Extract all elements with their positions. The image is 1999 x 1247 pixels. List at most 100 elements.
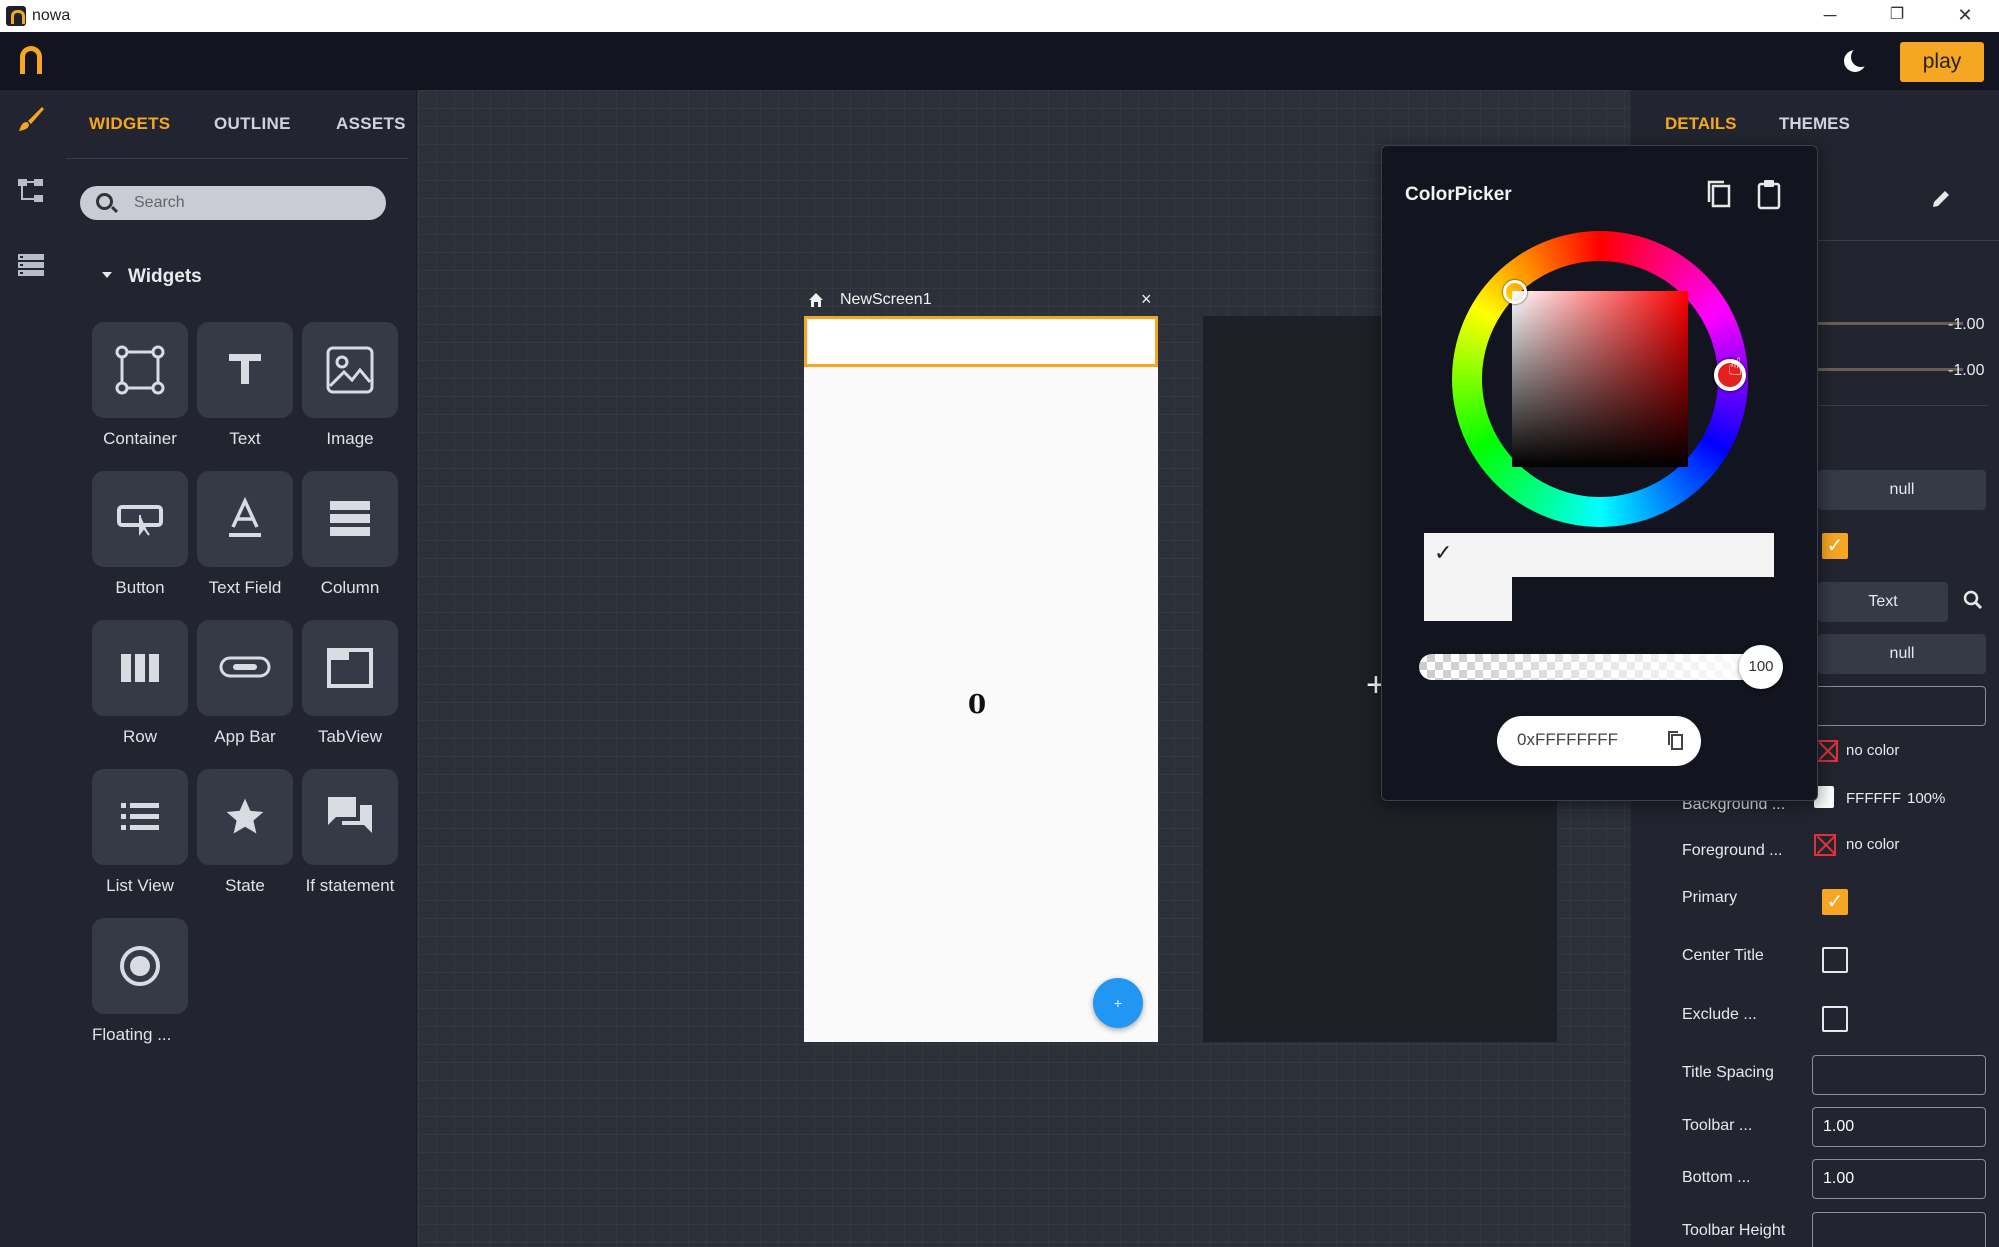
- slider-value: -1.00: [1948, 362, 1985, 379]
- paintbrush-icon[interactable]: [16, 104, 46, 134]
- bottom-label: Bottom ...: [1682, 1169, 1751, 1186]
- home-icon: [809, 293, 823, 307]
- slider-value: -1.00: [1948, 316, 1985, 333]
- copy-hex-icon[interactable]: [1667, 730, 1683, 750]
- no-color-label: no color: [1846, 836, 1900, 853]
- close-screen-icon[interactable]: ×: [1141, 289, 1152, 310]
- text-selector-button[interactable]: Text: [1818, 582, 1948, 622]
- color-picker-title: ColorPicker: [1405, 184, 1512, 205]
- divider: [1818, 405, 1988, 406]
- widget-label: Floating ...: [92, 1025, 172, 1044]
- screen-name-label[interactable]: NewScreen1: [840, 291, 932, 309]
- search-icon[interactable]: [1963, 590, 1983, 615]
- checkbox-checked[interactable]: ✓: [1822, 533, 1848, 559]
- primary-checkbox[interactable]: ✓: [1822, 889, 1848, 915]
- tool-rail: [0, 90, 64, 1247]
- widget-label: TabView: [318, 727, 382, 746]
- widget-tile-container[interactable]: [92, 322, 188, 418]
- top-bar: play: [0, 32, 1999, 90]
- widget-tile-state[interactable]: [197, 769, 293, 865]
- toolbar-opacity-input[interactable]: 1.00: [1812, 1107, 1986, 1147]
- background-hex: FFFFFF: [1846, 790, 1901, 807]
- slider-track[interactable]: [1818, 368, 1963, 371]
- counter-text[interactable]: 0: [968, 690, 986, 720]
- widget-search[interactable]: [80, 186, 386, 220]
- tab-outline[interactable]: OUTLINE: [214, 114, 291, 134]
- app-logo-icon: [6, 6, 26, 26]
- column-icon: [330, 501, 370, 536]
- widget-tile-row[interactable]: [92, 620, 188, 716]
- widget-tile-column[interactable]: [302, 471, 398, 567]
- title-spacing-label: Title Spacing: [1682, 1064, 1774, 1081]
- restore-button[interactable]: ❐: [1867, 0, 1927, 32]
- opacity-gradient: [1419, 654, 1779, 680]
- tabs-divider: [66, 158, 408, 159]
- widget-tile-floating[interactable]: [92, 918, 188, 1014]
- widget-label: Image: [326, 429, 374, 448]
- saturation-value-square[interactable]: [1512, 291, 1688, 467]
- tab-assets[interactable]: ASSETS: [336, 114, 406, 134]
- play-button[interactable]: play: [1900, 42, 1984, 82]
- foreground-label: Foreground ...: [1682, 842, 1783, 859]
- search-icon: [96, 193, 113, 210]
- widget-tile-list-view[interactable]: [92, 769, 188, 865]
- database-list-icon[interactable]: [16, 250, 46, 280]
- image-icon: [326, 346, 374, 394]
- selected-app-bar[interactable]: [804, 316, 1158, 367]
- widget-tile-tabview[interactable]: [302, 620, 398, 716]
- primary-label: Primary: [1682, 889, 1738, 906]
- empty-input[interactable]: [1812, 686, 1986, 726]
- widget-tile-image[interactable]: [302, 322, 398, 418]
- floating-action-button[interactable]: +: [1093, 978, 1143, 1028]
- tab-details[interactable]: DETAILS: [1665, 114, 1736, 134]
- widget-tile-button[interactable]: [92, 471, 188, 567]
- exclude-checkbox[interactable]: [1822, 1006, 1848, 1032]
- widget-tile-text[interactable]: [197, 322, 293, 418]
- center-title-checkbox[interactable]: [1822, 947, 1848, 973]
- current-color-swatch[interactable]: [1424, 533, 1774, 577]
- list-view-icon: [121, 803, 159, 830]
- hex-value[interactable]: 0xFFFFFFFF: [1517, 730, 1618, 750]
- no-color-swatch-icon[interactable]: [1814, 834, 1836, 856]
- toolbar-label: Toolbar ...: [1682, 1117, 1753, 1134]
- tab-themes[interactable]: THEMES: [1779, 114, 1850, 134]
- collapse-caret-icon[interactable]: [102, 272, 112, 278]
- widgets-panel: WIDGETS OUTLINE ASSETS Widgets Container…: [64, 90, 417, 1247]
- close-window-button[interactable]: ✕: [1935, 0, 1995, 32]
- null-field[interactable]: null: [1818, 470, 1986, 510]
- paste-clipboard-icon[interactable]: [1755, 178, 1783, 210]
- center-title-label: Center Title: [1682, 947, 1764, 964]
- tab-widgets[interactable]: WIDGETS: [89, 114, 170, 134]
- phone-screen-preview[interactable]: [804, 316, 1158, 1042]
- color-picker-dialog: ColorPicker ☝ ✓ 100 0xFFFFFFFF: [1381, 145, 1818, 801]
- no-color-swatch-icon[interactable]: [1816, 740, 1838, 762]
- title-spacing-input[interactable]: [1812, 1055, 1986, 1095]
- widget-tile-if-statement[interactable]: [302, 769, 398, 865]
- toolbar-height-input[interactable]: [1812, 1212, 1986, 1247]
- text-field-icon: [229, 496, 261, 537]
- background-opacity: 100%: [1907, 790, 1946, 807]
- widget-tile-text-field[interactable]: [197, 471, 293, 567]
- saturation-handle[interactable]: [1503, 280, 1527, 304]
- widget-tile-app-bar[interactable]: [197, 620, 293, 716]
- opacity-slider-knob[interactable]: 100: [1739, 645, 1783, 689]
- hex-input-pill[interactable]: 0xFFFFFFFF: [1497, 716, 1701, 766]
- toolbar-height-label: Toolbar Height: [1682, 1222, 1786, 1239]
- slider-track[interactable]: [1818, 322, 1963, 325]
- widget-label: If statement: [305, 876, 395, 895]
- minimize-button[interactable]: ─: [1800, 0, 1860, 32]
- copy-icon[interactable]: [1705, 178, 1733, 210]
- widget-label: Column: [320, 578, 380, 597]
- null-field[interactable]: null: [1818, 634, 1986, 674]
- nowa-logo-icon: [20, 46, 42, 74]
- search-input[interactable]: [134, 192, 364, 214]
- previous-color-swatch[interactable]: [1424, 577, 1512, 621]
- window-title-bar: nowa ─ ❐ ✕: [0, 0, 1999, 32]
- tree-structure-icon[interactable]: [16, 176, 46, 206]
- check-icon: ✓: [1434, 540, 1453, 565]
- edit-pencil-icon[interactable]: [1930, 188, 1952, 216]
- dark-mode-toggle-icon[interactable]: [1844, 47, 1871, 72]
- bottom-opacity-input[interactable]: 1.00: [1812, 1159, 1986, 1199]
- button-icon: [117, 505, 163, 536]
- tabview-icon: [327, 648, 373, 688]
